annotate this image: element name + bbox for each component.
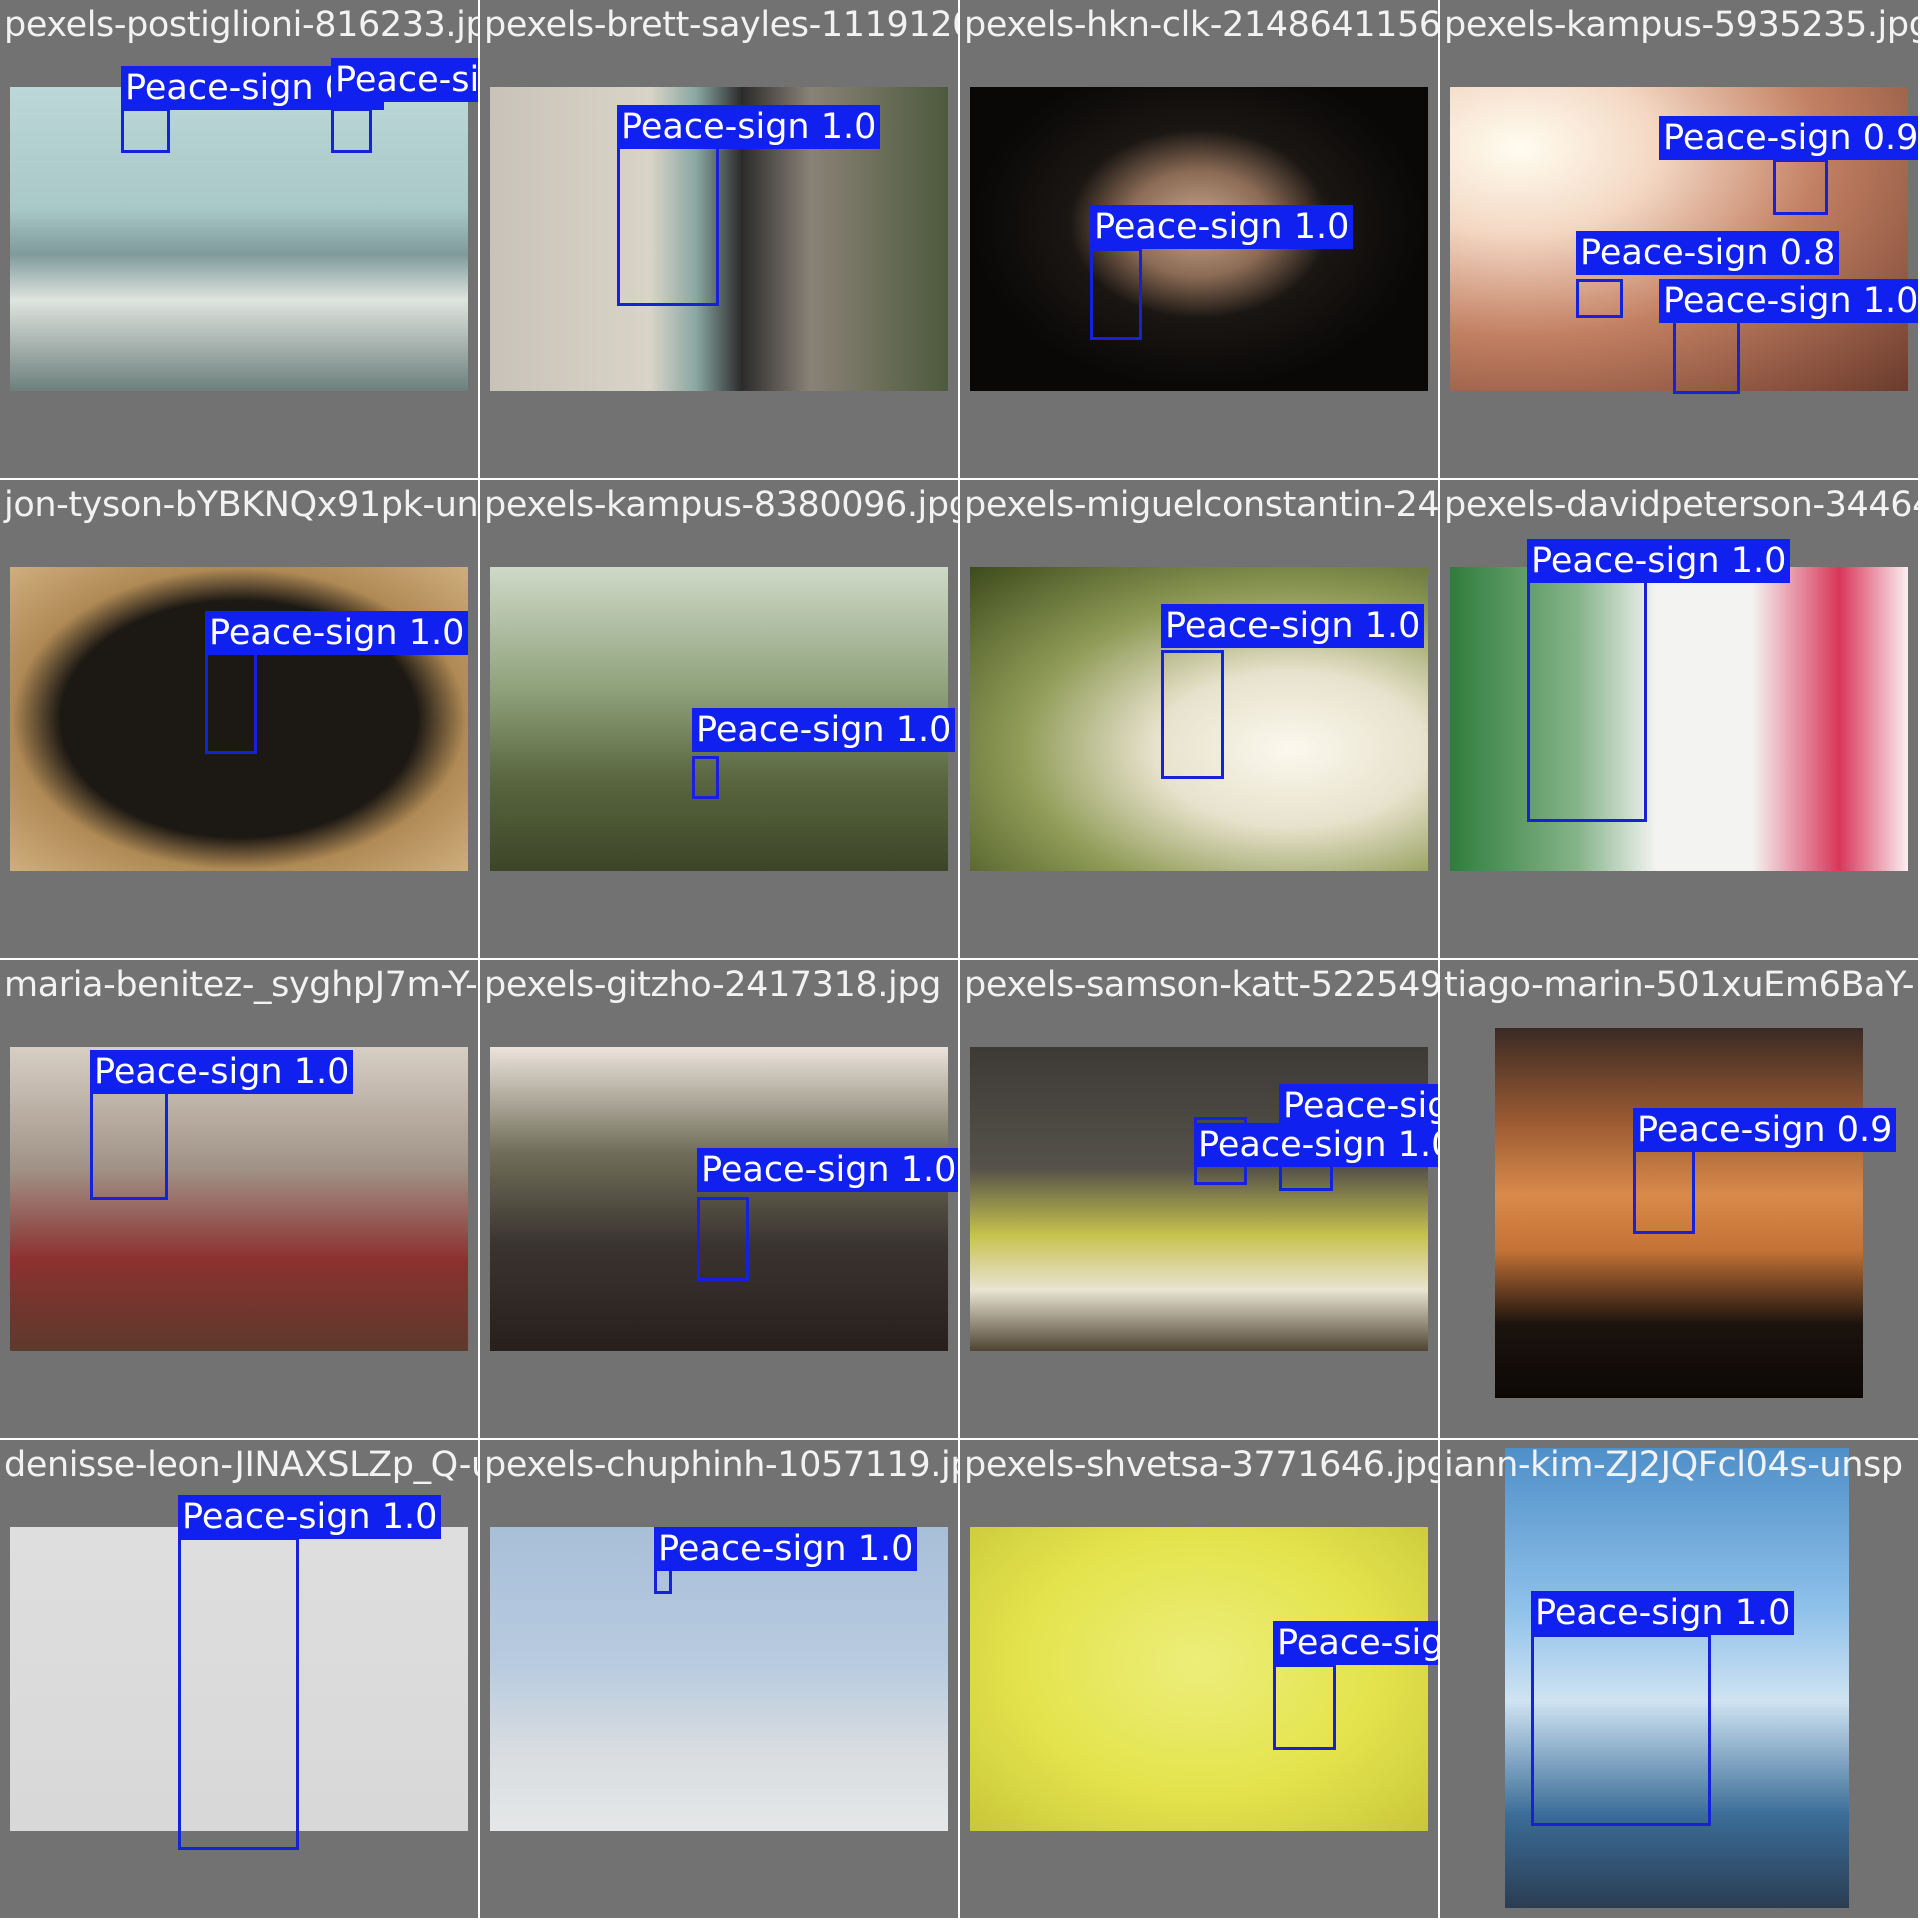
- photo-woman-blue-alley: [490, 1527, 948, 1831]
- filename-label: pexels-chuphinh-1057119.jpg: [484, 1445, 958, 1485]
- detection-label: Peace-sign 0.9: [1633, 1108, 1897, 1152]
- mosaic-tile: pexels-kampus-8380096.jpg Peace-sign 1.0: [480, 480, 958, 958]
- detection-label: Peace-sign 1.0: [178, 1495, 442, 1539]
- detection-box: [1273, 1664, 1336, 1750]
- mosaic-tile: pexels-kampus-5935235.jpg Peace-sign 0.9 P…: [1440, 0, 1918, 478]
- filename-label: pexels-kampus-5935235.jpg: [1444, 5, 1918, 45]
- filename-label: iann-kim-ZJ2JQFcl04s-unsp: [1444, 1445, 1903, 1485]
- detection-label: Peace-sign 1.0: [617, 105, 881, 149]
- detection-label: Peace-sign 1.0: [1531, 1591, 1795, 1635]
- detection-box: [1576, 279, 1623, 318]
- detection-box: [90, 1088, 168, 1200]
- detection-label: Peace-sign 1.0: [1161, 604, 1425, 648]
- detection-label: Peace-sign 1.0: [1659, 279, 1918, 323]
- filename-label: pexels-shvetsa-3771646.jpg: [964, 1445, 1438, 1485]
- detection-label: Peace-sign 1.0: [90, 1050, 354, 1094]
- mosaic-tile: iann-kim-ZJ2JQFcl04s-unsp Peace-sign 1.0: [1440, 1440, 1918, 1918]
- detection-label: Peace-sign 0.9: [331, 58, 478, 102]
- detection-label: Peace-sign 1.0: [1273, 1621, 1438, 1665]
- filename-label: jon-tyson-bYBKNQx91pk-unsplash.jpg: [4, 485, 478, 525]
- mosaic-tile: pexels-gitzho-2417318.jpg Peace-sign 1.0: [480, 960, 958, 1438]
- mosaic-tile: pexels-hkn-clk-2148641156-30940153.jpg Pe…: [960, 0, 1438, 478]
- detection-label: Peace-sign 1.0: [1090, 205, 1354, 249]
- detection-label: Peace-sign 0.9: [1659, 116, 1918, 160]
- filename-label: pexels-miguelconstantin-2496134.jpg: [964, 485, 1438, 525]
- filename-label: tiago-marin-501xuEm6BaY-: [1444, 965, 1915, 1005]
- detection-grid: pexels-postiglioni-816233.jpg Peace-sign …: [0, 0, 1920, 1920]
- detection-label: Peace-sign 0.8: [1576, 231, 1840, 275]
- photo-hand-italian-flag: [1450, 567, 1908, 871]
- detection-box: [1633, 1148, 1695, 1234]
- detection-box: [1773, 159, 1828, 215]
- filename-label: pexels-postiglioni-816233.jpg: [4, 5, 478, 45]
- detection-box: [697, 1197, 749, 1281]
- detection-label: Peace-sign 1.0: [654, 1527, 918, 1571]
- mosaic-tile: tiago-marin-501xuEm6BaY- Peace-sign 0.9: [1440, 960, 1918, 1438]
- mosaic-tile: maria-benitez-_syghpJ7m-Y-unsplash.jpg Pe…: [0, 960, 478, 1438]
- photo-woman-arms-raised-over-city: [10, 87, 468, 391]
- mosaic-tile: jon-tyson-bYBKNQx91pk-unsplash.jpg Peace-…: [0, 480, 478, 958]
- filename-label: pexels-samson-katt-5225492.jpg: [964, 965, 1438, 1005]
- detection-box: [1531, 1634, 1711, 1826]
- filename-label: pexels-brett-sayles-1119120.jpg: [484, 5, 958, 45]
- filename-label: maria-benitez-_syghpJ7m-Y-unsplash.jpg: [4, 965, 478, 1005]
- detection-box: [1527, 580, 1647, 822]
- detection-label: Peace-sign 1.0: [1527, 539, 1791, 583]
- detection-label: Peace-sign 1.0: [692, 708, 956, 752]
- filename-label: pexels-gitzho-2417318.jpg: [484, 965, 941, 1005]
- mosaic-tile: pexels-shvetsa-3771646.jpg Peace-sign 1.0: [960, 1440, 1438, 1918]
- detection-box: [121, 108, 170, 153]
- mosaic-tile: pexels-miguelconstantin-2496134.jpg Peace…: [960, 480, 1438, 958]
- filename-label: pexels-hkn-clk-2148641156-30940153.jpg: [964, 5, 1438, 45]
- mosaic-tile: pexels-samson-katt-5225492.jpg Peace-sign…: [960, 960, 1438, 1438]
- detection-box: [1161, 650, 1224, 779]
- mosaic-tile: denisse-leon-JINAXSLZp_Q-unsplash.jpg Pea…: [0, 1440, 478, 1918]
- filename-label: denisse-leon-JINAXSLZp_Q-unsplash.jpg: [4, 1445, 478, 1485]
- filename-label: pexels-kampus-8380096.jpg: [484, 485, 958, 525]
- detection-box: [1673, 312, 1740, 394]
- detection-label: Peace-sign 1.0: [205, 611, 469, 655]
- photo-boy-yellow-wall: [970, 1527, 1428, 1831]
- mosaic-tile: pexels-brett-sayles-1119120.jpg Peace-sig…: [480, 0, 958, 478]
- detection-box: [331, 108, 372, 153]
- mosaic-tile: pexels-chuphinh-1057119.jpg Peace-sign 1.…: [480, 1440, 958, 1918]
- detection-box: [178, 1537, 299, 1850]
- detection-label: Peace-sign 1.0: [1279, 1084, 1438, 1128]
- detection-label: Peace-sign 1.0: [697, 1148, 958, 1192]
- mosaic-tile: pexels-davidpeterson-34464 Peace-sign 1.0: [1440, 480, 1918, 958]
- detection-box: [654, 1567, 672, 1594]
- filename-label: pexels-davidpeterson-34464: [1444, 485, 1918, 525]
- detection-label: Peace-sign 1.0: [1194, 1123, 1438, 1167]
- detection-box: [1090, 248, 1142, 340]
- detection-box: [692, 756, 719, 799]
- mosaic-tile: pexels-postiglioni-816233.jpg Peace-sign …: [0, 0, 478, 478]
